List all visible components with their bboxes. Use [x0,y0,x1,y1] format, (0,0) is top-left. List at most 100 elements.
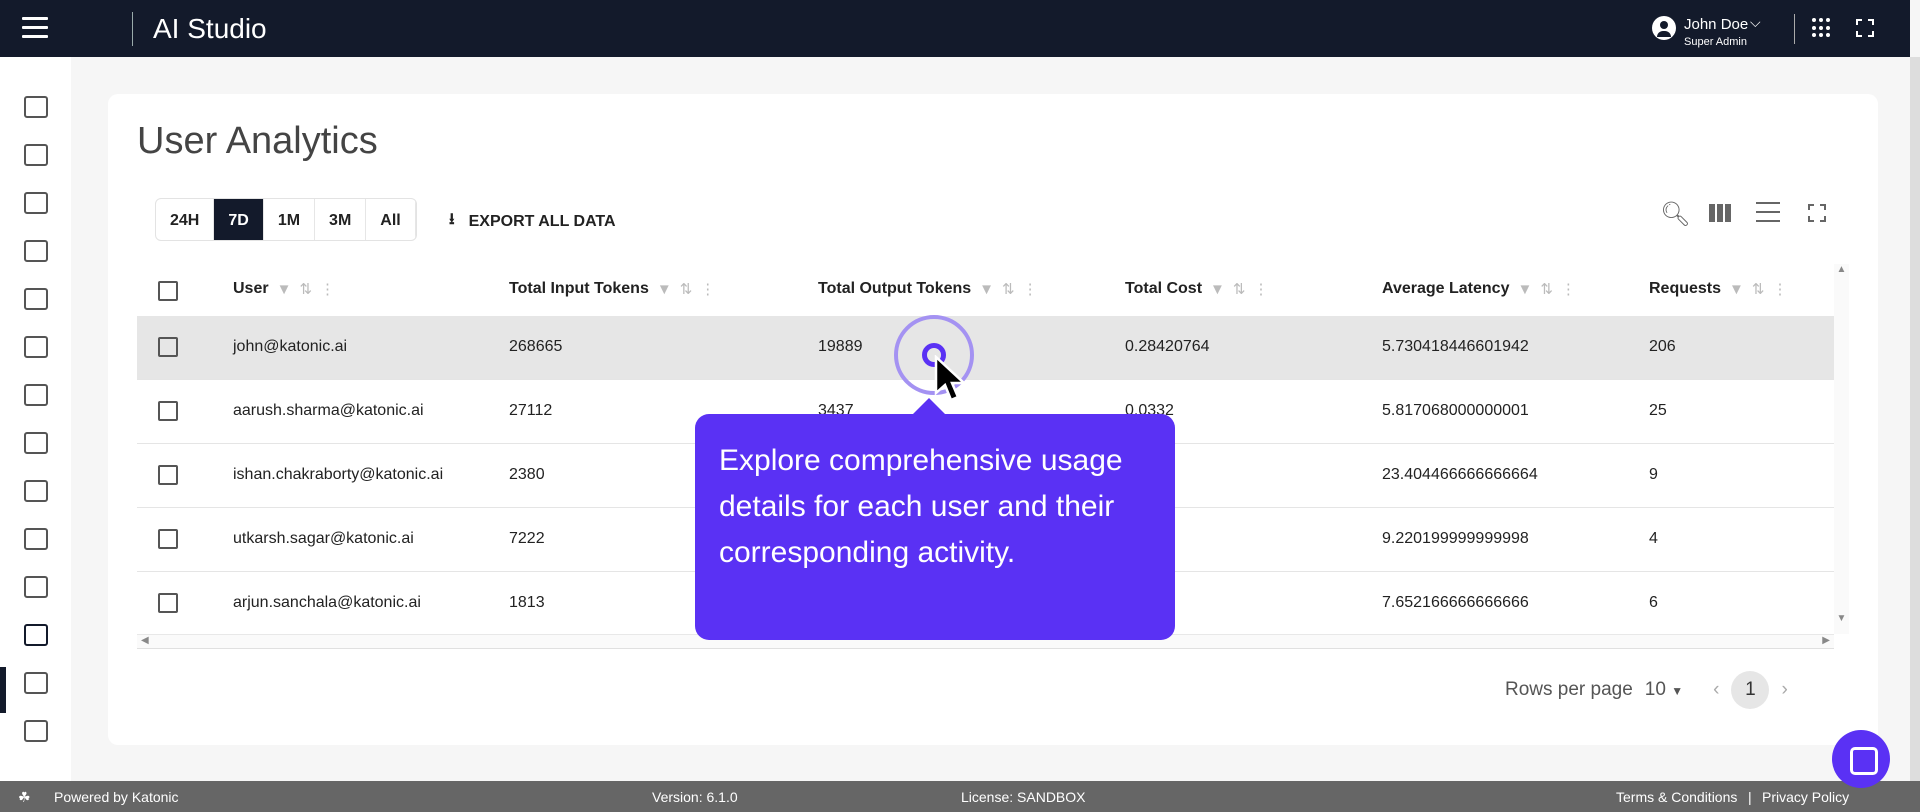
column-label: Average Latency [1382,280,1510,297]
row-checkbox[interactable] [158,401,178,421]
sidebar-sliders-icon[interactable] [24,528,48,550]
range-button-1m[interactable]: 1M [264,199,316,240]
cell-input: 7222 [509,530,545,547]
column-header[interactable]: Average Latency ▼ ⇅ ⋮ [1382,280,1576,298]
column-label: Total Output Tokens [818,280,972,297]
apps-grid-icon[interactable] [1812,18,1832,38]
column-menu-icon[interactable]: ⋮ [1772,280,1787,298]
sort-icon[interactable]: ⇅ [1233,280,1246,298]
mouse-cursor-icon [934,355,968,402]
column-header[interactable]: Total Output Tokens ▼ ⇅ ⋮ [818,280,1038,298]
export-label: EXPORT ALL DATA [468,212,616,230]
sort-icon[interactable]: ⇅ [680,280,693,298]
powered-by: Powered by Katonic [54,789,179,805]
table-vertical-scrollbar[interactable]: ▲ ▼ [1834,264,1849,634]
filter-icon[interactable]: ▼ [657,281,672,298]
column-menu-icon[interactable]: ⋮ [700,280,715,298]
filter-icon[interactable]: ▼ [1210,281,1225,298]
chat-support-icon[interactable] [1832,730,1890,788]
user-role: Super Admin [1684,36,1747,48]
range-button-all[interactable]: All [366,199,416,240]
user-avatar-icon[interactable] [1652,16,1676,40]
column-header[interactable]: Total Input Tokens ▼ ⇅ ⋮ [509,280,715,298]
column-menu-icon[interactable]: ⋮ [320,280,335,298]
cell-input: 2380 [509,466,545,483]
page-scrollbar[interactable] [1910,57,1920,781]
sidebar-admin-settings-icon[interactable] [24,720,48,742]
sort-icon[interactable]: ⇅ [1002,280,1015,298]
sidebar-dashboard-icon[interactable] [24,96,48,118]
column-menu-icon[interactable]: ⋮ [1253,280,1268,298]
table-fullscreen-icon[interactable] [1808,204,1826,222]
sort-icon[interactable]: ⇅ [1752,280,1765,298]
row-checkbox[interactable] [158,337,178,357]
column-label: Total Input Tokens [509,280,649,297]
app-title: AI Studio [153,13,267,44]
range-button-3m[interactable]: 3M [315,199,367,240]
cell-latency: 9.220199999999998 [1382,530,1529,547]
sidebar-brain-icon[interactable] [24,384,48,406]
terms-link[interactable]: Terms & Conditions [1616,789,1737,805]
sidebar-store-icon[interactable] [24,672,48,694]
sidebar-user-analytics-icon[interactable] [24,624,48,646]
time-range-selector: 24H 7D 1M 3M All [155,198,417,241]
filter-icon[interactable]: ▼ [979,281,994,298]
export-all-data-button[interactable]: ⭳ EXPORT ALL DATA [449,208,616,235]
chevron-down-icon[interactable]: ⌵ [1750,14,1761,31]
hamburger-menu-icon[interactable] [22,17,48,39]
cell-latency: 5.817068000000001 [1382,402,1529,419]
select-all-checkbox[interactable] [158,281,178,301]
cell-latency: 7.652166666666666 [1382,594,1529,611]
sidebar-learning-icon[interactable] [24,192,48,214]
privacy-link[interactable]: Privacy Policy [1762,789,1849,805]
sort-icon[interactable]: ⇅ [1540,280,1553,298]
user-name[interactable]: John Doe [1684,16,1748,33]
pagination: Rows per page 10 ▼ ‹ 1 › [1505,671,1788,709]
row-checkbox[interactable] [158,593,178,613]
cell-input: 1813 [509,594,545,611]
header-divider [132,12,133,46]
table-row[interactable]: john@katonic.ai 268665 19889 0.28420764 5.73… [137,316,1834,380]
column-menu-icon[interactable]: ⋮ [1561,280,1576,298]
sidebar-chip-icon[interactable] [24,144,48,166]
range-button-24h[interactable]: 24H [156,199,215,240]
cell-user: utkarsh.sagar@katonic.ai [233,530,414,547]
sidebar-video-settings-icon[interactable] [24,336,48,358]
cell-requests: 4 [1649,530,1658,547]
sidebar-briefcase-icon[interactable] [24,240,48,262]
density-icon[interactable] [1756,202,1780,222]
sidebar-monitor-icon[interactable] [24,432,48,454]
page-title: User Analytics [137,120,378,162]
filter-icon[interactable]: ▼ [277,281,292,298]
cell-user: ishan.chakraborty@katonic.ai [233,466,444,483]
cell-user: john@katonic.ai [233,338,348,355]
fullscreen-icon[interactable] [1856,19,1874,37]
columns-icon[interactable] [1709,204,1731,222]
footer-separator: | [1748,789,1752,805]
katonic-logo-icon: ☘ [18,789,31,805]
column-header[interactable]: User ▼ ⇅ ⋮ [233,280,335,298]
sort-icon[interactable]: ⇅ [299,280,312,298]
column-label: Total Cost [1125,280,1203,297]
cell-requests: 206 [1649,338,1676,355]
row-checkbox[interactable] [158,529,178,549]
rows-per-page-select[interactable]: 10 ▼ [1645,679,1683,701]
page-number-button[interactable]: 1 [1731,671,1770,709]
search-icon[interactable]: 🔍︎ [1660,200,1690,229]
sidebar-apps-link-icon[interactable] [24,480,48,502]
range-button-7d[interactable]: 7D [214,199,264,240]
sidebar-toolbox-icon[interactable] [24,288,48,310]
version: Version: 6.1.0 [652,789,738,805]
sidebar-user-settings-icon[interactable] [24,576,48,598]
next-page-icon[interactable]: › [1781,679,1787,701]
column-header[interactable]: Requests ▼ ⇅ ⋮ [1649,280,1787,298]
prev-page-icon[interactable]: ‹ [1713,679,1719,701]
filter-icon[interactable]: ▼ [1729,281,1744,298]
column-header[interactable]: Total Cost ▼ ⇅ ⋮ [1125,280,1268,298]
cell-input: 268665 [509,338,563,355]
filter-icon[interactable]: ▼ [1517,281,1532,298]
cell-requests: 6 [1649,594,1658,611]
row-checkbox[interactable] [158,465,178,485]
column-menu-icon[interactable]: ⋮ [1023,280,1038,298]
footer: ☘ Powered by Katonic Version: 6.1.0 Lice… [0,781,1920,812]
